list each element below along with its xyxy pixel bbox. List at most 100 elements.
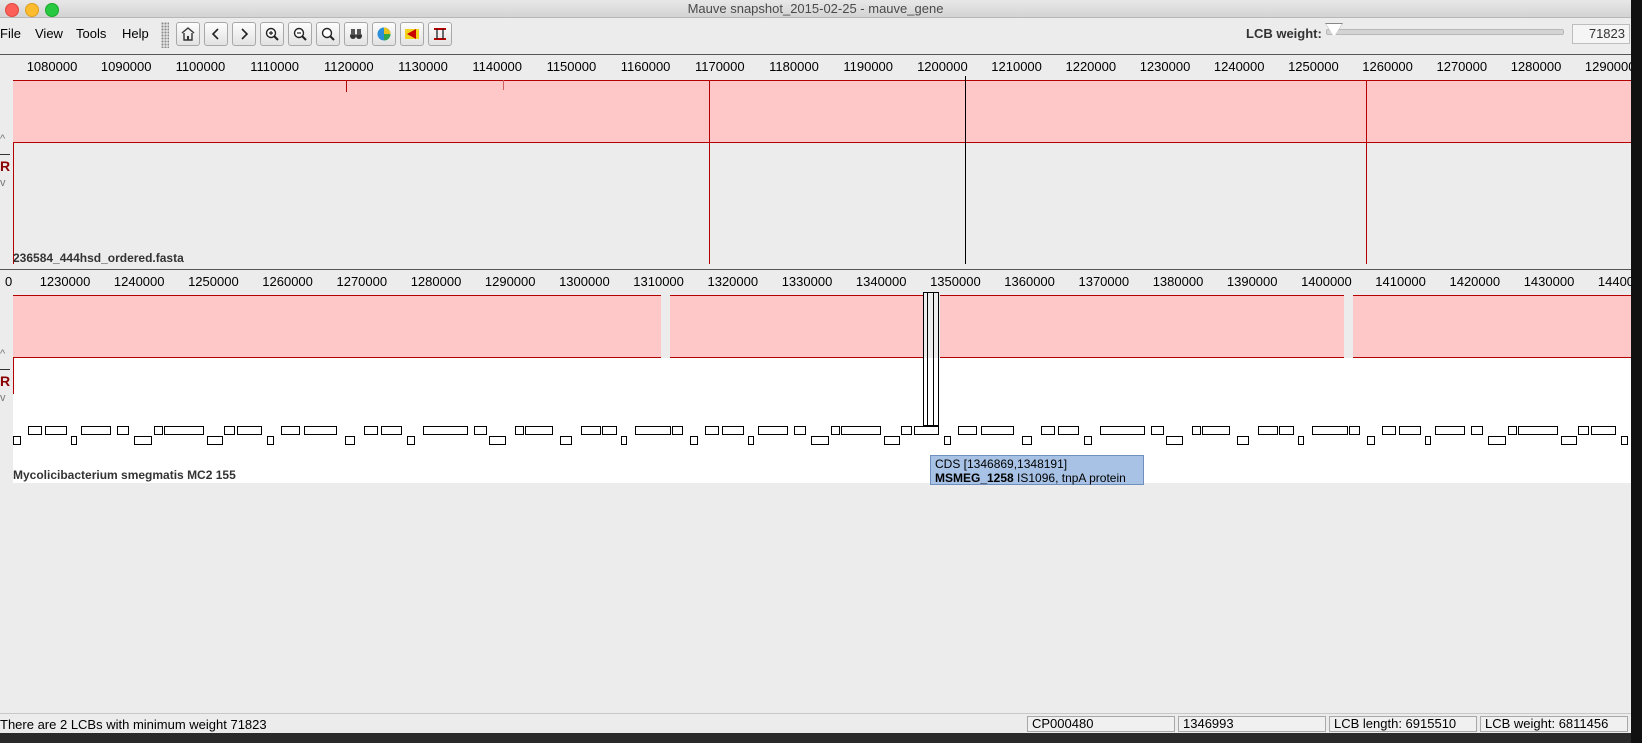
gene-feature[interactable] xyxy=(748,436,754,445)
menu-file[interactable]: File xyxy=(0,26,21,41)
gene-feature[interactable] xyxy=(381,426,402,435)
color-scheme-button[interactable] xyxy=(372,22,396,46)
gene-feature[interactable] xyxy=(944,436,951,445)
lcb-block[interactable] xyxy=(670,295,924,358)
gene-feature[interactable] xyxy=(621,436,627,445)
gene-feature[interactable] xyxy=(423,426,468,435)
gene-feature[interactable] xyxy=(581,426,601,435)
gene-feature[interactable] xyxy=(407,436,415,445)
home-button[interactable] xyxy=(176,22,200,46)
lcb-block[interactable] xyxy=(13,295,661,358)
gene-feature[interactable] xyxy=(1367,436,1375,445)
gene-feature[interactable] xyxy=(1471,426,1483,435)
gene-feature[interactable] xyxy=(794,426,806,435)
gene-feature[interactable] xyxy=(1425,436,1431,445)
move-down-icon[interactable]: v xyxy=(0,177,12,189)
gene-feature[interactable] xyxy=(489,436,506,445)
gene-feature[interactable] xyxy=(267,436,274,445)
gene-feature[interactable] xyxy=(914,426,939,435)
gene-feature[interactable] xyxy=(525,426,553,435)
gene-feature[interactable] xyxy=(154,426,163,435)
slider-thumb[interactable] xyxy=(1326,24,1342,37)
lcb-block[interactable] xyxy=(13,80,1631,143)
lcb-lines-button[interactable] xyxy=(428,22,452,46)
gene-feature[interactable] xyxy=(1399,426,1421,435)
gene-feature[interactable] xyxy=(224,426,235,435)
forward-button[interactable] xyxy=(232,22,256,46)
gene-feature[interactable] xyxy=(1298,436,1304,445)
back-button[interactable] xyxy=(204,22,228,46)
gene-feature[interactable] xyxy=(1488,436,1506,445)
gene-feature[interactable] xyxy=(1237,436,1249,445)
lcb-block[interactable] xyxy=(1353,295,1631,358)
move-down-icon[interactable]: v xyxy=(0,392,12,404)
menu-tools[interactable]: Tools xyxy=(76,26,106,41)
gene-feature[interactable] xyxy=(1435,426,1465,435)
gene-feature[interactable] xyxy=(117,426,129,435)
gene-feature[interactable] xyxy=(901,426,912,435)
menu-help[interactable]: Help xyxy=(122,26,149,41)
toolbar-grip[interactable] xyxy=(161,22,169,48)
gene-feature[interactable] xyxy=(345,436,355,445)
search-features-button[interactable] xyxy=(344,22,368,46)
gene-feature[interactable] xyxy=(1100,426,1145,435)
gene-feature[interactable] xyxy=(1202,426,1230,435)
gene-feature[interactable] xyxy=(71,436,77,445)
gene-feature[interactable] xyxy=(515,426,524,435)
gene-feature[interactable] xyxy=(237,426,262,435)
gene-feature[interactable] xyxy=(690,436,698,445)
reverse-button[interactable] xyxy=(400,22,424,46)
gene-feature[interactable] xyxy=(958,426,977,435)
gene-feature[interactable] xyxy=(1151,426,1164,435)
gene-feature[interactable] xyxy=(811,436,829,445)
gene-feature[interactable] xyxy=(981,426,1014,435)
gene-feature[interactable] xyxy=(134,436,152,445)
gene-feature[interactable] xyxy=(364,426,378,435)
gene-feature[interactable] xyxy=(1561,436,1577,445)
gene-feature[interactable] xyxy=(1349,426,1360,435)
zoom-reset-button[interactable] xyxy=(316,22,340,46)
gene-feature[interactable] xyxy=(635,426,671,435)
gene-feature[interactable] xyxy=(281,426,300,435)
gene-feature[interactable] xyxy=(602,426,617,435)
gene-feature[interactable] xyxy=(1312,426,1348,435)
move-up-icon[interactable]: ^ xyxy=(0,348,12,360)
zoom-out-button[interactable] xyxy=(288,22,312,46)
gene-feature[interactable] xyxy=(304,426,337,435)
gene-feature[interactable] xyxy=(13,436,21,445)
gene-feature[interactable] xyxy=(841,426,881,435)
gene-feature[interactable] xyxy=(884,436,900,445)
gene-feature[interactable] xyxy=(1578,426,1589,435)
gene-feature[interactable] xyxy=(1192,426,1201,435)
gene-feature[interactable] xyxy=(705,426,719,435)
gene-feature[interactable] xyxy=(1279,426,1294,435)
gene-feature[interactable] xyxy=(1258,426,1278,435)
gene-feature[interactable] xyxy=(164,426,204,435)
gene-feature[interactable] xyxy=(1058,426,1079,435)
zoom-in-button[interactable] xyxy=(260,22,284,46)
gene-feature[interactable] xyxy=(28,426,42,435)
gene-feature[interactable] xyxy=(560,436,572,445)
gene-feature[interactable] xyxy=(81,426,111,435)
gene-feature[interactable] xyxy=(1508,426,1517,435)
gene-feature[interactable] xyxy=(722,426,744,435)
gene-feature[interactable] xyxy=(45,426,67,435)
gene-feature[interactable] xyxy=(1166,436,1183,445)
gene-feature[interactable] xyxy=(1022,436,1032,445)
gene-feature[interactable] xyxy=(474,426,487,435)
move-up-icon[interactable]: ^ xyxy=(0,133,12,145)
lcb-weight-slider[interactable] xyxy=(1325,23,1564,46)
gene-feature[interactable] xyxy=(207,436,223,445)
gene-feature[interactable] xyxy=(831,426,840,435)
menu-view[interactable]: View xyxy=(35,26,63,41)
lcb-weight-field[interactable]: 71823 xyxy=(1572,24,1630,44)
gene-feature[interactable] xyxy=(1084,436,1092,445)
gene-feature[interactable] xyxy=(672,426,683,435)
gene-feature[interactable] xyxy=(1591,426,1616,435)
lcb-block[interactable] xyxy=(940,295,1344,358)
gene-feature[interactable] xyxy=(1518,426,1558,435)
gene-feature[interactable] xyxy=(1382,426,1396,435)
gene-feature[interactable] xyxy=(1621,436,1628,445)
gene-feature[interactable] xyxy=(1041,426,1055,435)
gene-feature[interactable] xyxy=(758,426,788,435)
